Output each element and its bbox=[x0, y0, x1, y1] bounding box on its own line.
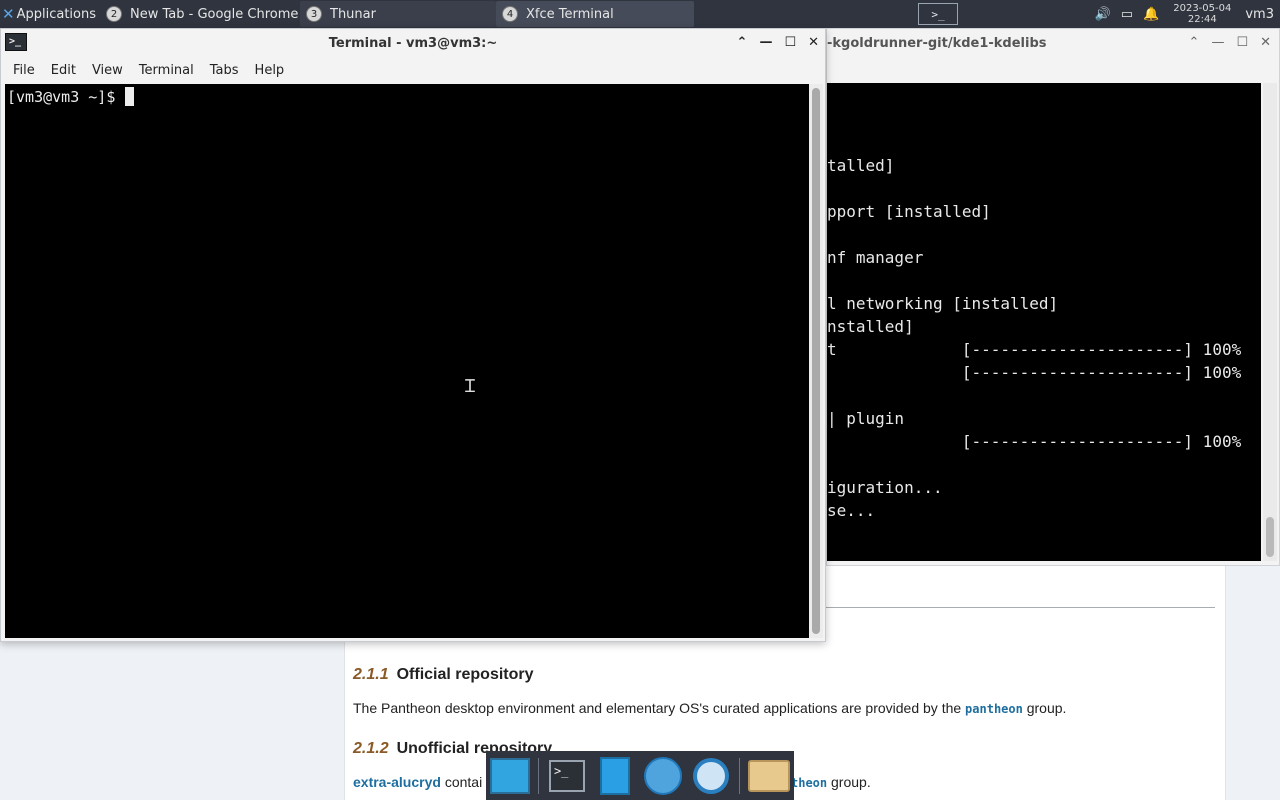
output-line: t [----------------------] 100% bbox=[827, 340, 1242, 359]
output-line: pport [installed] bbox=[827, 202, 991, 221]
pantheon-group-link[interactable]: theon bbox=[791, 776, 827, 790]
terminal-area[interactable]: [vm3@vm3 ~]$ Ɪ bbox=[5, 84, 809, 638]
output-line: | plugin bbox=[827, 409, 905, 428]
paragraph-text: The Pantheon desktop environment and ele… bbox=[353, 700, 962, 716]
section-number: 2.1.1 bbox=[353, 666, 389, 683]
pantheon-link[interactable]: pantheon bbox=[965, 702, 1023, 716]
task-xfce-terminal[interactable]: 4 Xfce Terminal bbox=[496, 1, 694, 27]
section-title: Official repository bbox=[396, 666, 534, 683]
battery-icon[interactable]: ▭ bbox=[1121, 7, 1133, 22]
menu-help[interactable]: Help bbox=[247, 63, 293, 78]
text-cursor bbox=[125, 87, 135, 106]
dock-show-desktop[interactable] bbox=[490, 755, 531, 797]
output-line: [----------------------] 100% bbox=[827, 363, 1242, 382]
close-icon[interactable]: ✕ bbox=[1260, 35, 1271, 50]
output-line: talled] bbox=[827, 156, 895, 175]
terminal-workspace-icon: >_ bbox=[931, 7, 945, 21]
dock-terminal[interactable]: >_ bbox=[547, 755, 587, 797]
output-line: iguration... bbox=[827, 478, 943, 497]
paragraph-text-end: group. bbox=[1026, 700, 1067, 716]
scrollbar-thumb[interactable] bbox=[1266, 517, 1274, 557]
top-panel: ✕ Applications 2 New Tab - Google Chrome… bbox=[0, 0, 1280, 28]
applications-menu[interactable]: ✕ Applications bbox=[0, 0, 100, 28]
task-thunar-label: Thunar bbox=[330, 6, 376, 22]
menu-bar: File Edit View Terminal Tabs Help bbox=[1, 57, 825, 83]
paragraph-text: contai bbox=[444, 774, 483, 790]
task-xfce-terminal-label: Xfce Terminal bbox=[526, 6, 614, 22]
terminal-icon: 4 bbox=[502, 6, 518, 22]
volume-icon[interactable]: 🔊 bbox=[1095, 7, 1111, 22]
xfce-logo-icon: ✕ bbox=[2, 5, 15, 23]
minimize-icon[interactable]: — bbox=[759, 35, 772, 50]
extra-alucryd-link[interactable]: extra-alucryd bbox=[353, 774, 441, 790]
terminal-output[interactable]: talled] pport [installed] nf manager l n… bbox=[827, 83, 1261, 561]
output-line: se... bbox=[827, 501, 876, 520]
shell-prompt: [vm3@vm3 ~]$ bbox=[7, 88, 116, 106]
paragraph-text-end: group. bbox=[831, 774, 871, 790]
section-number: 2.1.2 bbox=[353, 740, 389, 757]
clock[interactable]: 2023-05-04 22:44 bbox=[1173, 3, 1231, 25]
maximize-up-icon[interactable]: ⌃ bbox=[1189, 35, 1200, 50]
close-icon[interactable]: ✕ bbox=[808, 35, 819, 50]
maximize-up-icon[interactable]: ⌃ bbox=[737, 35, 748, 50]
menu-view[interactable]: View bbox=[84, 63, 131, 78]
window-title: Terminal - vm3@vm3:~ bbox=[328, 35, 498, 51]
scrollbar[interactable] bbox=[809, 84, 823, 638]
paragraph-unofficial: extra-alucryd contai bbox=[353, 774, 482, 790]
window-title: -kgoldrunner-git/kde1-kdelibs bbox=[827, 35, 1047, 51]
user-menu[interactable]: vm3 bbox=[1245, 7, 1274, 22]
output-line: l networking [installed] bbox=[827, 294, 1059, 313]
section-heading-official: 2.1.1 Official repository bbox=[353, 666, 534, 684]
thunar-icon: 3 bbox=[306, 6, 322, 22]
menu-edit[interactable]: Edit bbox=[43, 63, 84, 78]
task-chrome[interactable]: 2 New Tab - Google Chrome bbox=[100, 1, 300, 27]
dock-separator bbox=[538, 757, 539, 794]
dock-file-manager[interactable] bbox=[595, 755, 635, 797]
paragraph-official: The Pantheon desktop environment and ele… bbox=[353, 700, 1066, 716]
background-terminal-window[interactable]: -kgoldrunner-git/kde1-kdelibs ⌃ — ☐ ✕ ta… bbox=[826, 28, 1280, 566]
mouse-ibeam-icon: Ɪ bbox=[465, 376, 476, 397]
workspace-switcher[interactable]: >_ bbox=[918, 3, 958, 25]
chrome-icon: 2 bbox=[106, 6, 122, 22]
output-line: [----------------------] 100% bbox=[827, 432, 1242, 451]
menu-terminal[interactable]: Terminal bbox=[131, 63, 202, 78]
folder-icon bbox=[747, 759, 790, 792]
applications-label: Applications bbox=[16, 6, 96, 22]
file-cabinet-icon bbox=[599, 756, 630, 795]
search-icon bbox=[693, 757, 730, 794]
scrollbar-thumb[interactable] bbox=[812, 88, 820, 634]
menu-file[interactable]: File bbox=[5, 63, 43, 78]
dock-home-folder[interactable] bbox=[747, 755, 790, 797]
terminal-icon: >_ bbox=[548, 759, 585, 792]
window-titlebar[interactable]: >_ Terminal - vm3@vm3:~ ⌃ — ☐ ✕ bbox=[1, 29, 825, 57]
minimize-icon[interactable]: — bbox=[1211, 35, 1224, 50]
clock-time: 22:44 bbox=[1187, 14, 1217, 25]
scrollbar[interactable] bbox=[1263, 83, 1277, 561]
window-controls: ⌃ — ☐ ✕ bbox=[737, 35, 819, 50]
desktop-icon bbox=[490, 757, 531, 794]
dock: >_ bbox=[486, 751, 794, 800]
window-controls: ⌃ — ☐ ✕ bbox=[1189, 35, 1271, 50]
dock-app-finder[interactable] bbox=[691, 755, 731, 797]
dock-web-browser[interactable] bbox=[643, 755, 683, 797]
task-chrome-label: New Tab - Google Chrome bbox=[130, 6, 299, 22]
terminal-app-icon[interactable]: >_ bbox=[5, 33, 27, 51]
maximize-icon[interactable]: ☐ bbox=[784, 35, 796, 50]
notification-bell-icon[interactable]: 🔔 bbox=[1143, 7, 1159, 22]
paragraph-unofficial-tail: theon group. bbox=[791, 774, 871, 790]
maximize-icon[interactable]: ☐ bbox=[1236, 35, 1248, 50]
clock-date: 2023-05-04 bbox=[1173, 3, 1232, 14]
dock-separator bbox=[739, 757, 740, 794]
output-line: nf manager bbox=[827, 248, 924, 267]
terminal-window[interactable]: >_ Terminal - vm3@vm3:~ ⌃ — ☐ ✕ File Edi… bbox=[0, 28, 826, 642]
system-tray: 🔊 ▭ 🔔 2023-05-04 22:44 vm3 bbox=[1095, 3, 1280, 25]
menu-tabs[interactable]: Tabs bbox=[202, 63, 247, 78]
output-line: nstalled] bbox=[827, 317, 914, 336]
task-thunar[interactable]: 3 Thunar bbox=[300, 1, 496, 27]
globe-icon bbox=[644, 756, 683, 795]
